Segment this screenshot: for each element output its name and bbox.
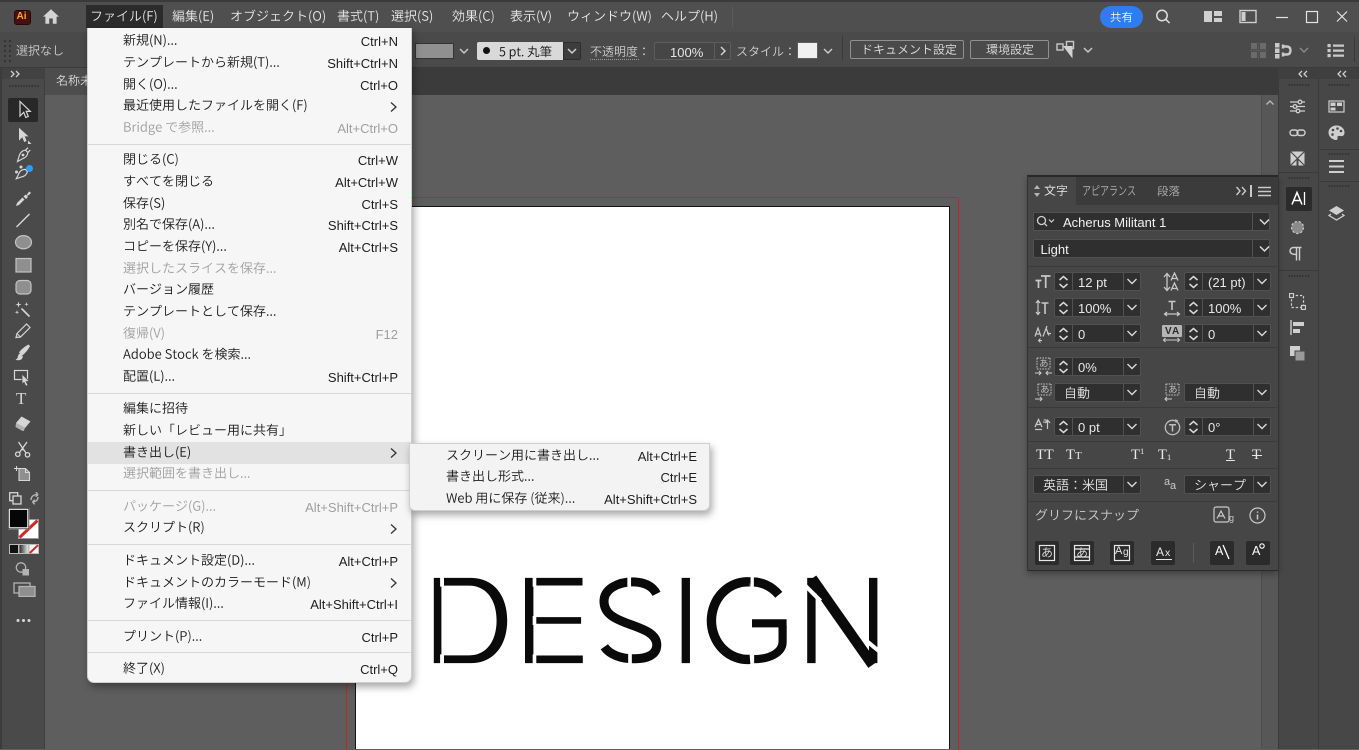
svg-text:g: g xyxy=(1229,513,1234,523)
svg-text:a: a xyxy=(1043,418,1047,425)
